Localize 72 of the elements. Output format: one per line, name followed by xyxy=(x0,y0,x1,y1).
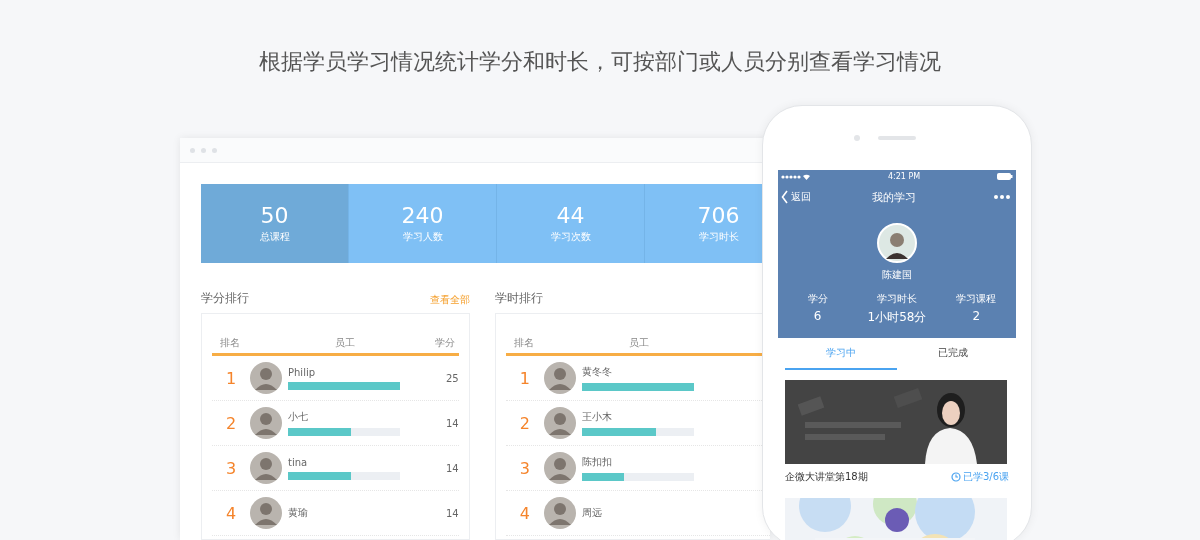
rank-number: 3 xyxy=(518,458,531,478)
column-header: 员工 xyxy=(627,336,650,350)
avatar xyxy=(877,223,917,263)
stat-value: 44 xyxy=(556,203,585,228)
stat-label: 学习时长 xyxy=(877,292,917,306)
user-name: 陈建国 xyxy=(882,268,912,282)
screen-title: 我的学习 xyxy=(871,189,916,205)
rank-number: 2 xyxy=(224,413,238,433)
window-dot xyxy=(212,147,217,153)
rank-number: 4 xyxy=(518,503,531,523)
stat-tile[interactable]: 44 学习次数 xyxy=(497,184,645,263)
stat-label: 学习人数 xyxy=(402,229,443,244)
stat-tile[interactable]: 50 总课程 xyxy=(201,184,349,263)
column-header: 员工 xyxy=(334,336,356,350)
score: 14 xyxy=(446,417,459,429)
camera-dot xyxy=(854,135,860,141)
stat-label: 学分 xyxy=(807,292,828,306)
employee-name: 黄瑜 xyxy=(288,506,309,520)
column-header: 排名 xyxy=(219,336,241,350)
view-all-link[interactable]: 查看全部 xyxy=(429,293,470,307)
headline: 根据学员学习情况统计学分和时长，可按部门或人员分别查看学习情况 xyxy=(258,48,942,76)
stat-label: 学习时长 xyxy=(698,229,739,244)
column-header: 排名 xyxy=(512,336,535,350)
rank-number: 3 xyxy=(224,458,238,478)
avatar xyxy=(250,407,282,439)
stat-label: 学习课程 xyxy=(956,292,997,306)
employee-name: 陈扣扣 xyxy=(581,455,613,469)
chevron-icon xyxy=(781,190,789,204)
stat-value: 2 xyxy=(972,309,981,323)
column-header: 学分 xyxy=(433,336,456,350)
status-time: 4:21 PM xyxy=(887,172,921,181)
avatar xyxy=(543,452,576,484)
stat-value: 1小时58分 xyxy=(867,309,927,326)
employee-name: Philip xyxy=(288,366,317,378)
employee-name: 周远 xyxy=(581,506,603,520)
stat-label: 总课程 xyxy=(259,229,290,244)
stat-tile[interactable]: 240 学习人数 xyxy=(349,184,497,263)
avatar xyxy=(250,362,282,394)
stat-value: 50 xyxy=(260,203,289,228)
avatar xyxy=(543,497,576,529)
employee-name: 黄冬冬 xyxy=(581,365,613,379)
employee-name: 王小木 xyxy=(581,410,613,424)
window-dot xyxy=(190,147,195,153)
rank-number: 4 xyxy=(224,503,238,523)
score: 14 xyxy=(446,507,459,519)
avatar xyxy=(250,452,282,484)
battery-icon xyxy=(997,173,1013,180)
tab[interactable]: 已完成 xyxy=(897,338,1009,370)
rank-number: 1 xyxy=(224,368,238,388)
more-icon[interactable] xyxy=(994,195,1010,199)
stat-value: 240 xyxy=(401,203,444,228)
rank-number: 1 xyxy=(518,368,531,388)
window-dot xyxy=(201,147,206,153)
progress-text: 已学3/6课 xyxy=(962,470,1009,484)
course-title: 企微大讲堂第18期 xyxy=(785,470,868,484)
employee-name: tina xyxy=(288,456,309,468)
panel-title: 学时排行 xyxy=(494,290,543,307)
back-button[interactable]: 返回 xyxy=(781,190,811,204)
stat-label: 学习次数 xyxy=(550,229,591,244)
score: 25 xyxy=(446,372,459,384)
avatar xyxy=(543,407,576,439)
clock-icon xyxy=(950,472,961,482)
signal-icon xyxy=(781,173,811,180)
avatar xyxy=(543,362,576,394)
stat-value: 6 xyxy=(813,309,822,323)
employee-name: 小七 xyxy=(288,410,309,424)
score: 14 xyxy=(446,462,459,474)
stat-value: 706 xyxy=(697,203,740,228)
panel-title: 学分排行 xyxy=(201,290,249,307)
rank-number: 2 xyxy=(518,413,531,433)
avatar xyxy=(250,497,282,529)
back-label[interactable]: 返回 xyxy=(791,190,811,204)
